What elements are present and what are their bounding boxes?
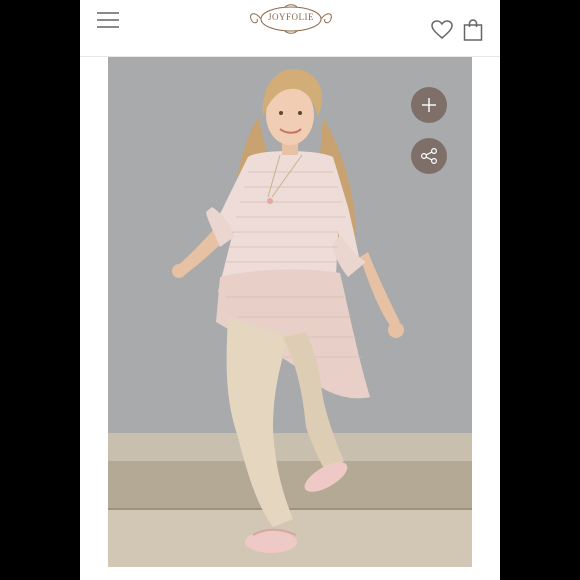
hamburger-menu-icon[interactable] — [97, 12, 121, 30]
add-button[interactable] — [411, 87, 447, 123]
product-photo-illustration — [108, 57, 472, 567]
share-button[interactable] — [411, 138, 447, 174]
brand-logo[interactable]: JOYFOLIE — [245, 3, 337, 35]
app-screen: JOYFOLIE — [80, 0, 500, 580]
brand-logo-text: JOYFOLIE — [268, 12, 314, 22]
heart-icon[interactable] — [431, 20, 453, 40]
top-header: JOYFOLIE — [80, 0, 500, 57]
share-icon — [420, 147, 438, 165]
plus-icon — [422, 98, 436, 112]
shopping-bag-icon[interactable] — [463, 19, 483, 41]
product-photo[interactable] — [108, 57, 472, 567]
